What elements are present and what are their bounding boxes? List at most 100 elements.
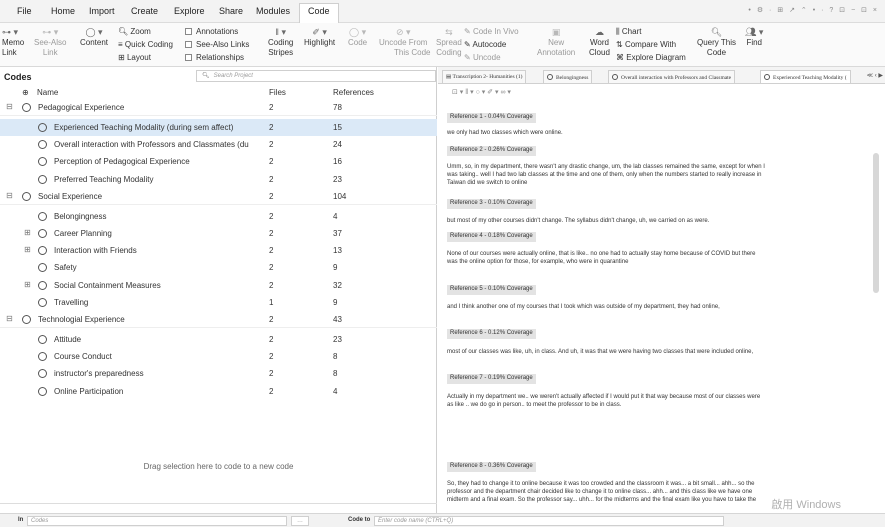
quick-coding-toggle[interactable]: ≡ Quick Coding [118,40,173,49]
menu-tab-modules[interactable]: Modules [256,4,290,18]
reference-vertical-scrollbar[interactable] [873,103,879,503]
column-name[interactable]: Name [37,88,58,97]
tab-overall-interaction[interactable]: Overall interaction with Professors and … [608,70,736,83]
collapse-icon[interactable]: ⊟ [6,102,13,111]
code-files: 2 [269,369,274,379]
code-group-row[interactable]: ⊟ Technologial Experience 2 43 [0,311,437,328]
reference-text: but most of my other courses didn't chan… [447,218,710,224]
highlight-button[interactable]: ✐ ▾ Highlight [304,27,335,48]
autocode-button[interactable]: ✎ Autocode [464,40,506,49]
code-files: 2 [269,211,274,221]
reference-text: most of our classes was like, uh, in cla… [447,349,754,355]
code-circle-icon [38,352,47,362]
code-references: 37 [333,229,342,238]
collapse-icon[interactable]: ⊟ [6,314,13,323]
explore-diagram-button[interactable]: ⌘ Explore Diagram [616,53,686,62]
expand-icon[interactable]: ⊞ [24,280,31,289]
scrollbar-thumb[interactable] [873,153,879,293]
code-to-input[interactable]: Enter code name (CTRL+Q) [374,516,724,526]
reference-header: Reference 3 - 0.10% Coverage [447,199,536,209]
detail-toolbar[interactable]: ⊡ ▾ ǁ ▾ ○ ▾ ✐ ▾ ∞ ▾ [438,85,885,99]
see-also-link-icon: ⊶ ▾ [42,27,59,37]
code-circle-icon [38,246,47,256]
menu-tab-share[interactable]: Share [219,4,243,18]
code-row[interactable]: instructor's preparedness 2 8 [0,365,437,382]
code-name: Experienced Teaching Modality (during se… [54,123,234,132]
code-name: Online Participation [54,386,124,396]
find-button[interactable]: 👥︎ ▾ Find [745,27,763,48]
see-also-links-checkbox[interactable]: See-Also Links [185,40,249,49]
code-references: 4 [333,386,338,396]
reference-header: Reference 8 - 0.36% Coverage [447,462,536,472]
new-annotation-button[interactable]: ▣ New Annotation [537,27,575,58]
content-button[interactable]: ◯ ▾ Content [80,27,108,48]
uncode-button[interactable]: ✎ Uncode [464,53,501,62]
code-name: Overall interaction with Professors and … [54,140,249,150]
uncode-from-this-code-button[interactable]: ⊘ ▾ Uncode From This Code [376,27,430,58]
menu-tab-import[interactable]: Import [89,4,115,18]
query-this-code-button[interactable]: 🔍︎ Query This Code [697,27,736,58]
window-controls[interactable]: • ⚙ · ⊞ ↗ ⌃ • · ? ⊡ − ⊡ × [748,6,879,14]
code-row[interactable]: Experienced Teaching Modality (during se… [0,119,437,136]
code-row[interactable]: Belongingness 2 4 [0,208,437,225]
code-circle-icon [764,74,770,80]
memo-link-button[interactable]: ⊶ ▾ Memo Link [2,27,24,58]
tab-navigation[interactable]: ≪ ‹ ▶ [867,72,883,79]
compare-with-button[interactable]: ⇅ Compare With [616,40,676,49]
menu-tab-create[interactable]: Create [131,4,158,18]
codes-horizontal-scrollbar[interactable] [0,503,437,511]
code-row[interactable]: Preferred Teaching Modality 2 23 [0,171,437,188]
tab-belongingness[interactable]: Belongingness [543,70,593,83]
menu-tab-code[interactable]: Code [299,3,339,23]
code-files: 2 [269,174,274,184]
reference-text: None of our courses were actually online… [447,251,756,265]
chart-button[interactable]: ⫼ Chart [616,27,641,37]
status-bar: In Codes … Code to Enter code name (CTRL… [0,513,885,527]
reference-header: Reference 7 - 0.19% Coverage [447,374,536,384]
in-scope-field[interactable]: Codes [27,516,287,526]
code-button[interactable]: ◯ ▾ Code [348,27,367,48]
see-also-link-button[interactable]: ⊶ ▾ See-Also Link [34,27,66,58]
layout-button[interactable]: ⊞ Layout [118,53,151,62]
code-row[interactable]: ⊞ Social Containment Measures 2 32 [0,277,437,294]
code-row[interactable]: ⊞ Career Planning 2 37 [0,225,437,242]
code-row[interactable]: Course Conduct 2 8 [0,348,437,365]
code-row[interactable]: Travelling 1 9 [0,294,437,311]
browse-button[interactable]: … [291,516,309,526]
code-circle-icon [612,74,618,80]
zoom-button[interactable]: 🔍︎ Zoom [118,27,151,36]
spread-coding-button[interactable]: ⇆ Spread Coding [436,27,462,58]
code-circle-icon [38,369,47,379]
code-row[interactable]: Overall interaction with Professors and … [0,136,437,153]
word-cloud-button[interactable]: ☁ Word Cloud [589,27,610,58]
code-circle-icon [38,229,47,238]
code-row[interactable]: Perception of Pedagogical Experience 2 16 [0,153,437,170]
add-code-icon[interactable]: ⊕ [22,88,29,97]
menu-tab-file[interactable]: File [17,4,32,18]
expand-icon[interactable]: ⊞ [24,245,31,254]
code-row[interactable]: Online Participation 2 4 [0,383,437,400]
reference-header: Reference 2 - 0.26% Coverage [447,146,536,156]
collapse-icon[interactable]: ⊟ [6,191,13,200]
code-in-vivo-button[interactable]: ✎ Code In Vivo [464,27,519,36]
in-label: In [18,517,24,523]
menu-tab-explore[interactable]: Explore [174,4,205,18]
code-circle-icon [547,74,553,80]
code-row[interactable]: Attitude 2 23 [0,331,437,348]
coding-stripes-button[interactable]: ǁ ▾ Coding Stripes [268,27,293,58]
code-row[interactable]: ⊞ Interaction with Friends 2 13 [0,242,437,259]
tab-experienced-teaching-modality[interactable]: Experienced Teaching Modality ( [760,70,851,83]
code-references: 23 [333,174,342,184]
search-project-input[interactable]: 🔍︎ Search Project [196,70,436,82]
annotations-checkbox[interactable]: Annotations [185,27,238,36]
menu-tab-home[interactable]: Home [51,4,75,18]
explore-diagram-icon: ⌘ [616,53,627,62]
tab-transcription[interactable]: ▤ Transcription 2- Humanities (1) [442,70,527,83]
column-files[interactable]: Files [269,88,286,97]
relationships-checkbox[interactable]: Relationships [185,53,244,62]
code-row[interactable]: Safety 2 9 [0,259,437,276]
code-group-row[interactable]: ⊟ Pedagogical Experience 2 78 [0,99,437,116]
code-group-row[interactable]: ⊟ Social Experience 2 104 [0,188,437,205]
expand-icon[interactable]: ⊞ [24,228,31,237]
column-references[interactable]: References [333,88,374,97]
